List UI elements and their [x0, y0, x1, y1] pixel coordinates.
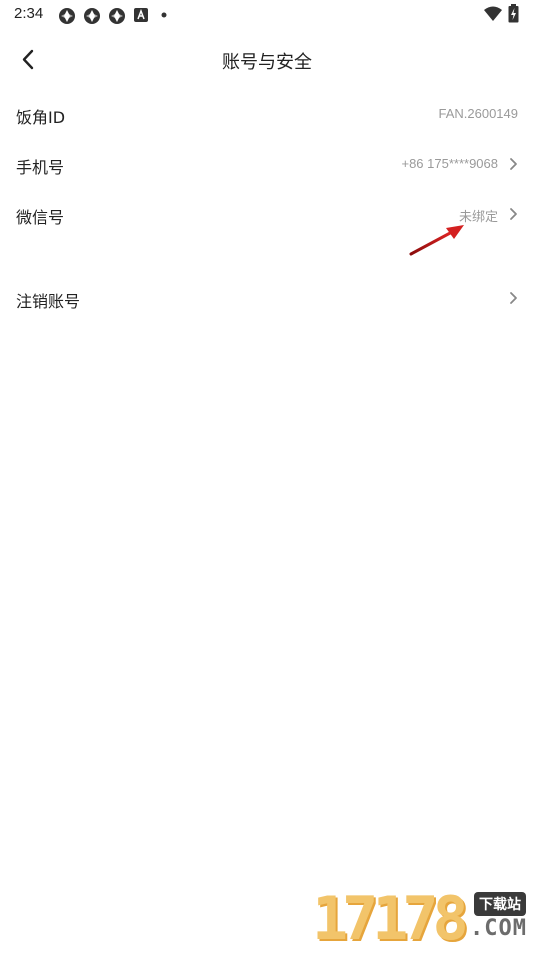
watermark-digits: 17178	[312, 884, 469, 954]
row-label: 微信号	[16, 208, 65, 227]
row-label: 手机号	[16, 158, 65, 177]
wifi-icon	[484, 6, 502, 21]
app-icon	[109, 8, 125, 24]
dot-icon	[161, 12, 167, 18]
page-title: 账号与安全	[222, 52, 312, 73]
status-time: 2:34	[14, 5, 44, 22]
app-header: 账号与安全	[0, 34, 534, 86]
row-phone[interactable]: 手机号 +86 175****9068	[0, 141, 534, 189]
battery-icon	[508, 4, 519, 23]
chevron-right-icon	[510, 158, 517, 170]
status-bar: 2:34	[0, 0, 534, 28]
watermark-logo: 17178 下载站 .COM	[312, 880, 534, 954]
chevron-right-icon	[510, 208, 517, 220]
phone-value: +86 175****9068	[401, 156, 498, 171]
row-delete-account[interactable]: 注销账号	[0, 275, 534, 323]
a-badge-icon	[134, 8, 148, 22]
app-icon	[59, 8, 75, 24]
watermark-suffix: .COM	[470, 916, 527, 941]
chevron-right-icon	[510, 292, 517, 304]
row-fanjiao-id: 饭角ID FAN.2600149	[0, 91, 534, 139]
fanjiao-id-value: FAN.2600149	[438, 106, 518, 121]
annotation-arrow-icon	[409, 225, 464, 256]
app-icon	[84, 8, 100, 24]
row-label: 饭角ID	[16, 108, 66, 127]
row-label: 注销账号	[16, 292, 81, 311]
watermark-badge: 下载站	[474, 892, 526, 916]
